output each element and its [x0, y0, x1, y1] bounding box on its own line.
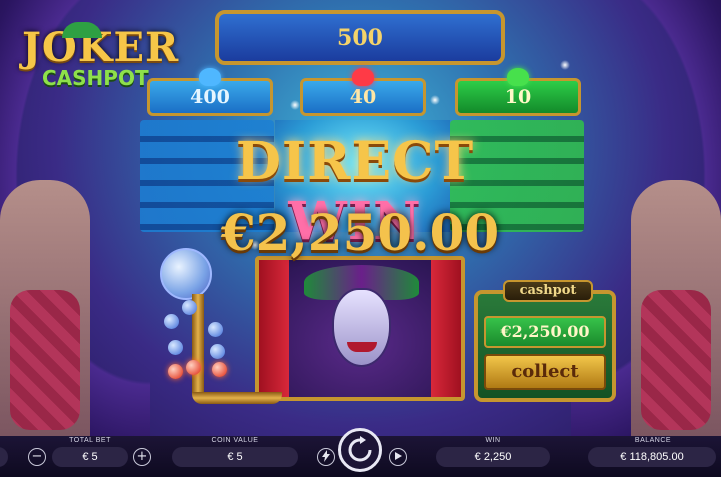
win-value: € 2,250: [436, 447, 550, 467]
increase-bet-button[interactable]: +: [133, 448, 151, 466]
game-stage: JOKER CASHPOT 500 400 40 10 DIRECT WIN €…: [0, 0, 721, 477]
win-amount: €2,250.00: [220, 203, 500, 262]
logo-line2: CASHPOT: [42, 66, 149, 90]
minus-icon: −: [31, 449, 43, 464]
red-orb-icon: [212, 362, 227, 377]
tube-bottom: [192, 392, 282, 404]
total-bet-label: TOTAL BET: [69, 437, 111, 444]
joker-stage: [255, 256, 465, 401]
blue-orb-icon: [168, 340, 183, 355]
glass-bulb-icon: [160, 248, 212, 300]
balance-label: BALANCE: [634, 437, 672, 444]
win-label: WIN: [485, 437, 501, 444]
blue-orb-icon: [164, 314, 179, 329]
autoplay-button[interactable]: [389, 448, 407, 466]
top-jackpot: 500: [215, 10, 505, 65]
plus-icon: +: [136, 449, 148, 464]
spin-button[interactable]: [338, 428, 382, 472]
lightning-icon[interactable]: [317, 448, 335, 466]
blue-heart-icon: [199, 68, 221, 86]
collect-button[interactable]: collect: [484, 354, 606, 390]
curtain-right: [431, 260, 461, 397]
curtain-left: [259, 260, 289, 397]
refresh-icon: [348, 436, 372, 462]
green-heart-icon: [507, 68, 529, 86]
blue-orb-icon: [208, 322, 223, 337]
direct-win-word1: DIRECT: [235, 131, 475, 192]
red-orb-icon: [186, 360, 201, 375]
cashpot-panel: cashpot €2,250.00 collect: [474, 280, 616, 402]
green-jackpot-value: 10: [504, 86, 532, 108]
right-chair: [631, 180, 721, 440]
coin-value[interactable]: € 5: [172, 447, 298, 467]
joker-face-icon: [334, 290, 389, 365]
left-chair: [0, 180, 90, 440]
blue-orb-icon: [182, 300, 197, 315]
cashpot-value: €2,250.00: [484, 316, 606, 348]
balance-value: € 118,805.00: [588, 447, 716, 467]
blue-jackpot-value: 400: [190, 86, 230, 108]
red-jackpot-value: 40: [349, 86, 377, 108]
top-jackpot-value: 500: [337, 24, 383, 51]
total-bet-value: € 5: [52, 447, 128, 467]
game-logo: JOKER CASHPOT: [22, 22, 178, 100]
sparkle-icon: [560, 60, 570, 70]
cashpot-title: cashpot: [503, 280, 593, 302]
decrease-bet-button[interactable]: −: [28, 448, 46, 466]
blue-orb-icon: [210, 344, 225, 359]
sparkle-icon: [430, 95, 440, 105]
sparkle-icon: [290, 100, 300, 110]
coin-value-label: COIN VALUE: [211, 437, 259, 444]
red-orb-icon: [168, 364, 183, 379]
play-icon: [395, 452, 402, 460]
red-heart-icon: [352, 68, 374, 86]
